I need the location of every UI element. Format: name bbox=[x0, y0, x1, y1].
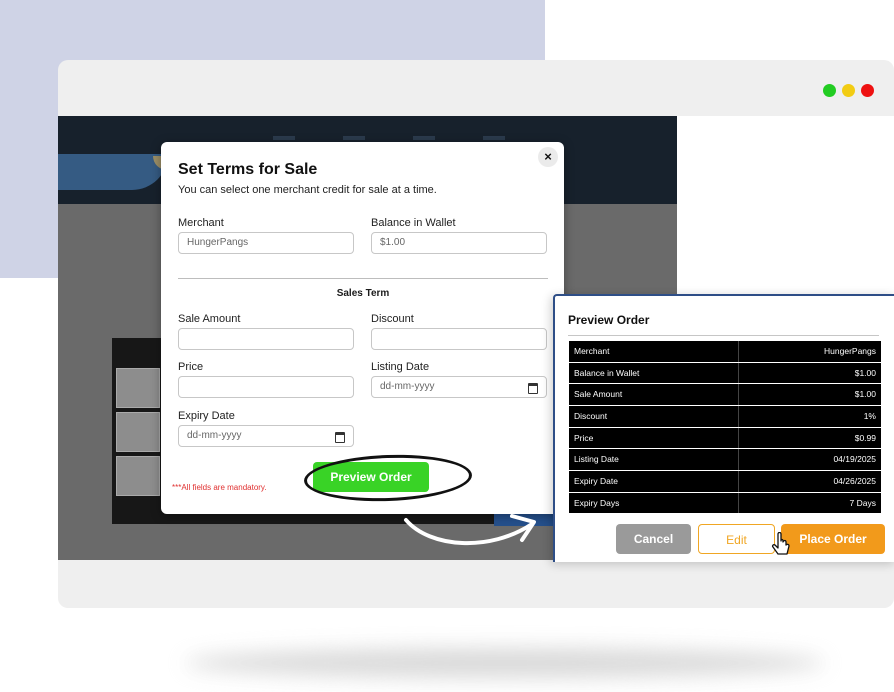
balance-label: Balance in Wallet bbox=[371, 217, 456, 229]
merchant-label: Merchant bbox=[178, 217, 224, 229]
divider bbox=[568, 335, 879, 336]
table-row: Balance in Wallet $1.00 bbox=[569, 362, 881, 384]
expiry-date-label: Expiry Date bbox=[178, 410, 235, 422]
row-value: 04/26/2025 bbox=[833, 476, 876, 487]
place-order-button[interactable]: Place Order bbox=[781, 524, 885, 554]
sale-amount-label: Sale Amount bbox=[178, 313, 241, 325]
row-label: Expiry Days bbox=[569, 492, 739, 514]
balance-field[interactable]: $1.00 bbox=[371, 232, 547, 254]
row-label: Sale Amount bbox=[569, 384, 739, 405]
cursor-pointer-icon bbox=[771, 532, 790, 555]
divider bbox=[178, 278, 548, 279]
expiry-date-input[interactable]: dd-mm-yyyy bbox=[178, 425, 354, 447]
price-label: Price bbox=[178, 361, 204, 373]
merchant-logo bbox=[116, 456, 160, 496]
window-dot-yellow[interactable] bbox=[842, 84, 855, 97]
app-nav-background bbox=[273, 136, 505, 140]
modal-subtitle: You can select one merchant credit for s… bbox=[178, 184, 437, 196]
table-row: Expiry Date 04/26/2025 bbox=[569, 471, 881, 492]
listing-date-label: Listing Date bbox=[371, 361, 430, 373]
listing-date-placeholder: dd-mm-yyyy bbox=[380, 381, 435, 392]
calendar-icon[interactable] bbox=[528, 383, 538, 394]
merchant-field[interactable]: HungerPangs bbox=[178, 232, 354, 254]
highlight-circle bbox=[303, 452, 473, 504]
mandatory-note: ***All fields are mandatory. bbox=[172, 483, 267, 492]
row-value: 1% bbox=[863, 411, 876, 422]
row-label: Merchant bbox=[569, 341, 739, 362]
cancel-button[interactable]: Cancel bbox=[616, 524, 691, 554]
row-label: Expiry Date bbox=[569, 471, 739, 492]
modal-title: Set Terms for Sale bbox=[178, 161, 318, 178]
window-dot-green[interactable] bbox=[823, 84, 836, 97]
table-row: Discount 1% bbox=[569, 406, 881, 427]
row-label: Balance in Wallet bbox=[569, 362, 739, 384]
table-row: Merchant HungerPangs bbox=[569, 341, 881, 362]
nav-placeholder bbox=[343, 136, 365, 140]
nav-placeholder bbox=[413, 136, 435, 140]
header-decor-shape bbox=[58, 154, 168, 190]
sale-amount-input[interactable] bbox=[178, 328, 354, 350]
calendar-icon[interactable] bbox=[335, 432, 345, 443]
preview-title: Preview Order bbox=[568, 313, 650, 327]
close-icon[interactable]: × bbox=[538, 147, 558, 167]
row-value: 04/19/2025 bbox=[833, 454, 876, 465]
merchant-logo bbox=[116, 412, 160, 452]
table-row: Price $0.99 bbox=[569, 427, 881, 449]
window-dot-red[interactable] bbox=[861, 84, 874, 97]
row-value: HungerPangs bbox=[824, 346, 876, 356]
discount-input[interactable] bbox=[371, 328, 547, 350]
table-row: Sale Amount $1.00 bbox=[569, 384, 881, 405]
section-title: Sales Term bbox=[336, 288, 390, 299]
row-label: Listing Date bbox=[569, 449, 739, 470]
edit-button[interactable]: Edit bbox=[698, 524, 775, 554]
discount-label: Discount bbox=[371, 313, 414, 325]
nav-placeholder bbox=[273, 136, 295, 140]
price-input[interactable] bbox=[178, 376, 354, 398]
nav-placeholder bbox=[483, 136, 505, 140]
set-terms-modal: × Set Terms for Sale You can select one … bbox=[161, 142, 564, 514]
listing-date-input[interactable]: dd-mm-yyyy bbox=[371, 376, 547, 398]
row-value: $1.00 bbox=[854, 367, 876, 378]
window-shadow bbox=[185, 648, 825, 678]
row-value: $0.99 bbox=[854, 432, 876, 443]
preview-table: Merchant HungerPangs Balance in Wallet $1.… bbox=[569, 341, 881, 515]
row-value: $1.00 bbox=[854, 389, 876, 400]
expiry-date-placeholder: dd-mm-yyyy bbox=[187, 430, 242, 441]
table-row: Listing Date 04/19/2025 bbox=[569, 449, 881, 470]
merchant-logo bbox=[116, 368, 160, 408]
row-label: Price bbox=[569, 427, 739, 449]
row-value: 7 Days bbox=[849, 497, 876, 508]
table-row: Expiry Days 7 Days bbox=[569, 492, 881, 514]
window-controls bbox=[823, 84, 874, 97]
preview-order-panel: Preview Order Merchant HungerPangs Balanc… bbox=[553, 294, 894, 562]
row-label: Discount bbox=[569, 406, 739, 427]
curved-arrow-icon bbox=[404, 514, 536, 546]
